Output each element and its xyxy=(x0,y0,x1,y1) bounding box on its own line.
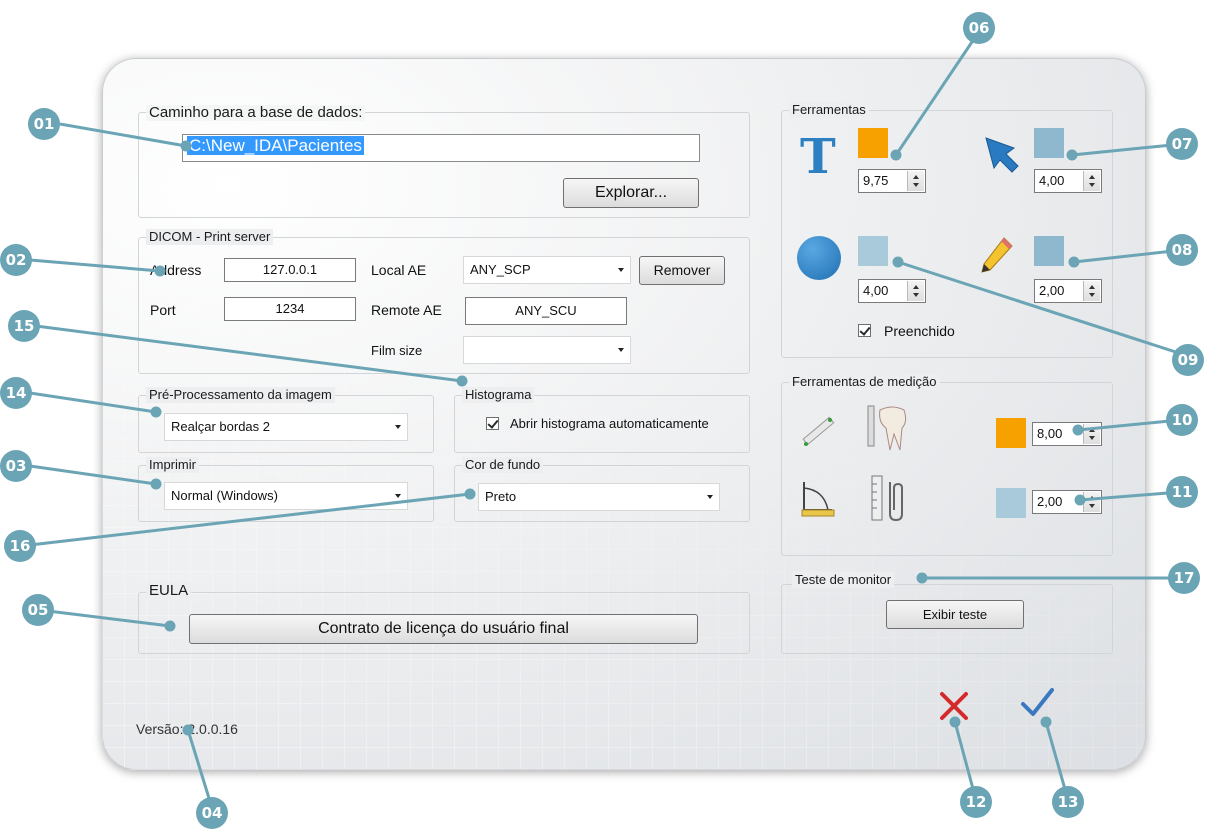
callout-badge: 14 xyxy=(0,377,32,409)
callout-badge: 05 xyxy=(22,594,54,626)
callout-badge: 01 xyxy=(28,108,60,140)
callout-badge: 11 xyxy=(1166,476,1198,508)
callout-badge: 06 xyxy=(963,12,995,44)
callout-badge: 16 xyxy=(4,530,36,562)
callout-badge: 15 xyxy=(8,310,40,342)
callout-badge: 13 xyxy=(1052,786,1084,818)
callout-badge: 02 xyxy=(0,244,32,276)
callout-badge: 12 xyxy=(960,786,992,818)
callout-badge: 04 xyxy=(196,797,228,829)
callout-badge: 07 xyxy=(1166,128,1198,160)
callout-badge: 17 xyxy=(1168,562,1200,594)
callout-badge: 08 xyxy=(1166,234,1198,266)
callout-badge: 10 xyxy=(1166,404,1198,436)
callout-badge: 03 xyxy=(0,450,32,482)
callout-lines xyxy=(29,29,1189,809)
callout-badge: 09 xyxy=(1172,344,1204,376)
